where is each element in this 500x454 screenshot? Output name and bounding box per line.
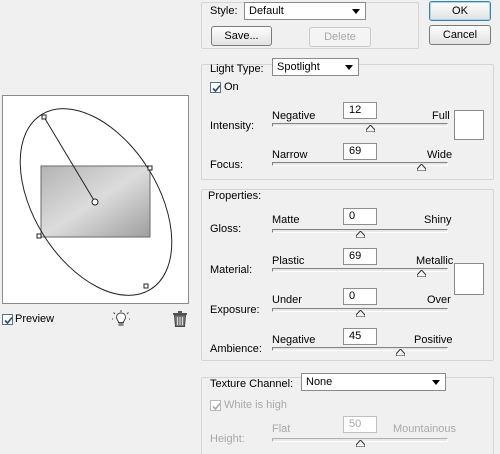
ambience-min-label: Negative	[272, 334, 316, 346]
height-slider-thumb[interactable]	[355, 440, 365, 447]
handle-right	[147, 165, 153, 171]
ambience-label: Ambience:	[210, 343, 262, 355]
gloss-label: Gloss:	[210, 223, 242, 235]
exposure-slider-thumb[interactable]	[355, 310, 365, 317]
chevron-down-icon	[432, 380, 440, 385]
texture-channel-label: Texture Channel:	[210, 378, 294, 390]
gloss-min-label: Matte	[272, 214, 300, 226]
check-mark-icon	[212, 402, 221, 411]
light-color-swatch[interactable]	[454, 110, 484, 140]
exposure-input[interactable]: 0	[343, 288, 377, 305]
chevron-down-icon	[345, 65, 353, 70]
style-label: Style:	[210, 5, 238, 17]
preview-panel[interactable]	[2, 95, 189, 304]
style-select[interactable]: Default	[244, 2, 366, 20]
height-min-label: Flat	[272, 423, 291, 435]
ambience-max-label: Positive	[414, 334, 453, 346]
material-min-label: Plastic	[272, 255, 305, 267]
height-input[interactable]: 50	[343, 416, 377, 433]
white-is-high-label: White is high	[224, 399, 287, 411]
cancel-button[interactable]: Cancel	[429, 25, 491, 45]
focus-input[interactable]: 69	[343, 143, 377, 160]
check-mark-icon	[4, 316, 13, 325]
exposure-label: Exposure:	[210, 304, 260, 316]
delete-style-button[interactable]: Delete	[309, 27, 371, 47]
exposure-max-label: Over	[427, 294, 451, 306]
height-max-label: Mountainous	[393, 423, 456, 435]
ambience-input[interactable]: 45	[343, 328, 377, 345]
height-label: Height:	[210, 433, 245, 445]
handle-bottom	[143, 283, 149, 289]
material-label: Material:	[210, 264, 253, 276]
texture-channel-select[interactable]: None	[301, 373, 446, 391]
handle-top	[41, 114, 47, 120]
ambience-slider-thumb[interactable]	[395, 349, 405, 356]
focus-max-label: Wide	[427, 149, 453, 161]
save-style-button[interactable]: Save...	[211, 26, 272, 46]
gloss-input[interactable]: 0	[343, 208, 377, 225]
ambience-slider-track[interactable]	[272, 347, 448, 351]
chevron-down-icon	[352, 9, 360, 14]
light-type-label: Light Type:	[210, 63, 264, 75]
preview-label: Preview	[15, 313, 55, 325]
light-type-value: Spotlight	[277, 61, 320, 73]
light-on-label: On	[224, 81, 239, 93]
light-center-handle	[91, 198, 99, 206]
exposure-min-label: Under	[272, 294, 302, 306]
ok-button[interactable]: OK	[429, 1, 491, 21]
intensity-slider-track[interactable]	[272, 123, 448, 127]
trash-icon[interactable]	[173, 311, 187, 327]
light-preview-canvas[interactable]	[3, 96, 188, 303]
intensity-input[interactable]: 12	[343, 102, 377, 119]
gloss-slider-thumb[interactable]	[355, 231, 365, 238]
intensity-min-label: Negative	[272, 110, 316, 122]
style-select-value: Default	[249, 5, 284, 17]
intensity-label: Intensity:	[210, 120, 255, 132]
texture-channel-value: None	[306, 376, 333, 388]
properties-heading: Properties:	[208, 190, 262, 202]
handle-left	[36, 233, 42, 239]
light-on-checkbox[interactable]	[210, 82, 221, 93]
light-bulb-icon[interactable]	[112, 310, 130, 328]
focus-min-label: Narrow	[272, 149, 308, 161]
focus-label: Focus:	[210, 159, 244, 171]
material-input[interactable]: 69	[343, 248, 377, 265]
ambient-color-swatch[interactable]	[454, 263, 484, 295]
intensity-max-label: Full	[432, 110, 450, 122]
focus-slider-thumb[interactable]	[417, 164, 427, 171]
material-max-label: Metallic	[416, 255, 454, 267]
intensity-slider-thumb[interactable]	[366, 125, 376, 132]
gloss-max-label: Shiny	[424, 214, 452, 226]
white-is-high-checkbox[interactable]	[210, 400, 221, 411]
preview-checkbox[interactable]	[2, 314, 13, 325]
material-slider-thumb[interactable]	[417, 270, 427, 277]
light-type-select[interactable]: Spotlight	[272, 58, 359, 76]
check-mark-icon	[212, 84, 221, 93]
